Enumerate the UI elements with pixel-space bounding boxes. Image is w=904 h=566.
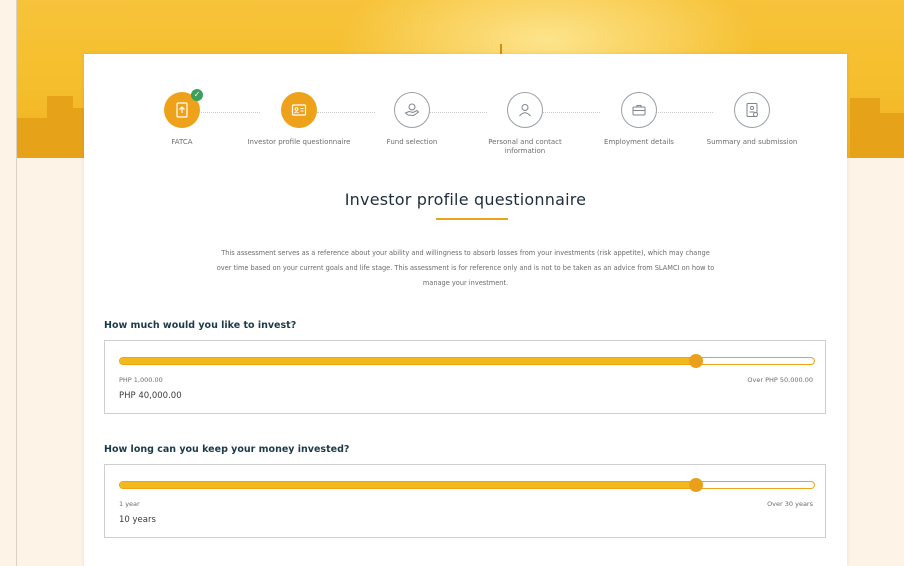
investment-amount-slider-box: PHP 1,000.00 Over PHP 50,000.00 PHP 40,0… <box>104 340 826 414</box>
slider-value: 10 years <box>119 515 156 525</box>
slider-min-label: PHP 1,000.00 <box>119 376 163 384</box>
slider-fill <box>120 482 697 488</box>
step-label: FATCA <box>171 138 193 146</box>
step-label: Investor profile questionnaire <box>247 138 351 146</box>
step-investor-profile[interactable]: Investor profile questionnaire <box>244 92 354 147</box>
step-circle <box>394 92 430 128</box>
step-personal-contact[interactable]: Personal and contact information <box>470 92 580 156</box>
step-label: Employment details <box>604 138 674 146</box>
questionnaire-card: ✓ FATCA Investor profile questionnaire F… <box>84 54 847 566</box>
investment-duration-slider[interactable] <box>119 478 815 492</box>
step-circle <box>621 92 657 128</box>
document-check-icon <box>746 103 758 117</box>
slider-thumb[interactable] <box>689 478 704 492</box>
step-label: Personal and contact information <box>488 138 562 155</box>
skyline-building <box>877 113 904 158</box>
briefcase-icon <box>632 105 646 116</box>
skyline-building <box>850 98 880 158</box>
question-investment-amount: How much would you like to invest? <box>104 320 297 331</box>
step-circle <box>734 92 770 128</box>
id-card-icon <box>291 104 307 116</box>
slider-min-label: 1 year <box>119 500 140 508</box>
step-employment[interactable]: Employment details <box>584 92 694 147</box>
completed-check-icon: ✓ <box>191 89 203 101</box>
title-underline <box>436 218 508 220</box>
step-circle <box>281 92 317 128</box>
slider-value: PHP 40,000.00 <box>119 391 182 401</box>
page-title: Investor profile questionnaire <box>344 190 587 209</box>
step-fund-selection[interactable]: Fund selection <box>357 92 467 147</box>
investment-duration-slider-box: 1 year Over 30 years 10 years <box>104 464 826 538</box>
step-fatca[interactable]: ✓ FATCA <box>127 89 237 147</box>
user-icon <box>519 104 531 117</box>
step-summary[interactable]: Summary and submission <box>697 92 807 147</box>
question-investment-duration: How long can you keep your money investe… <box>104 444 350 455</box>
slider-max-label: Over 30 years <box>767 500 813 508</box>
progress-stepper: ✓ FATCA Investor profile questionnaire F… <box>84 89 847 172</box>
step-label: Summary and submission <box>706 138 798 146</box>
intro-text: This assessment serves as a reference ab… <box>216 249 715 287</box>
slider-fill <box>120 358 697 364</box>
step-circle: ✓ <box>164 89 203 128</box>
slider-thumb[interactable] <box>689 354 704 368</box>
step-circle <box>507 92 543 128</box>
document-upload-icon <box>176 102 188 118</box>
step-label: Fund selection <box>386 138 438 146</box>
slider-max-label: Over PHP 50,000.00 <box>747 376 813 384</box>
investment-amount-slider[interactable] <box>119 354 815 368</box>
hand-coins-icon <box>404 103 420 117</box>
